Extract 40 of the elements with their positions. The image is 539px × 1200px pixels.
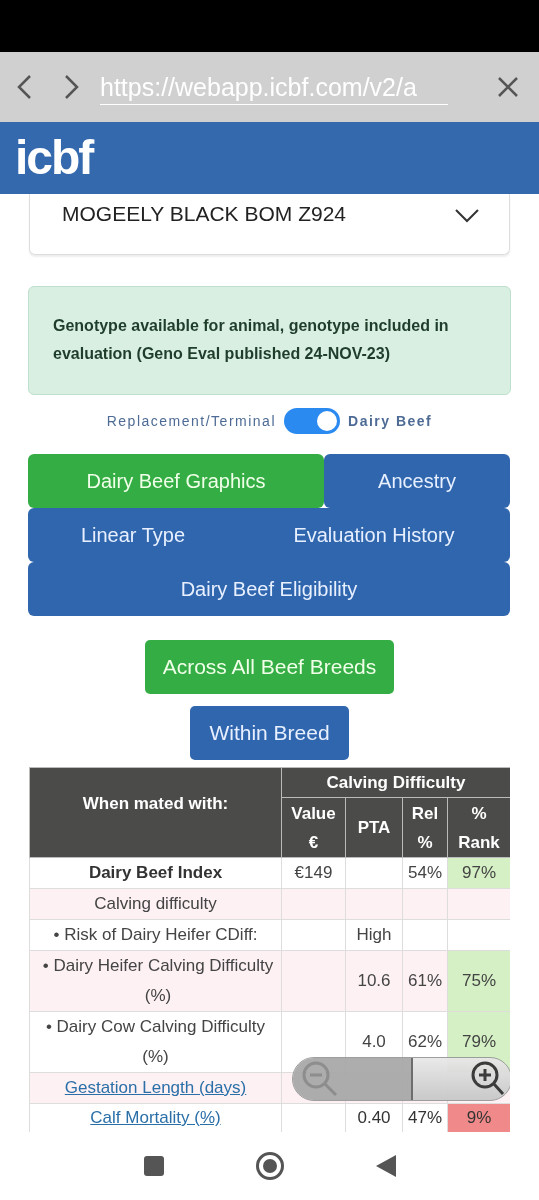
row-label: • Dairy Cow Calving Difficulty (%) xyxy=(29,1011,282,1073)
row-label: Dairy Beef Index xyxy=(29,857,282,889)
column-header: When mated with: xyxy=(29,767,282,858)
tab[interactable]: Linear Type xyxy=(28,508,238,562)
close-icon[interactable] xyxy=(497,76,519,98)
table-cell: 61% xyxy=(402,950,448,1012)
column-header: % Rank xyxy=(447,797,510,858)
table-cell: High xyxy=(345,919,403,951)
forward-icon[interactable] xyxy=(62,74,80,100)
toggle-switch[interactable] xyxy=(284,408,340,434)
breed-button[interactable]: Across All Beef Breeds xyxy=(144,640,395,694)
breed-button[interactable]: Within Breed xyxy=(190,706,349,760)
column-group-header: Calving Difficulty xyxy=(281,767,510,798)
table-cell: 54% xyxy=(402,857,448,889)
table-cell: 10.6 xyxy=(345,950,403,1012)
toggle-label: Dairy Beef xyxy=(348,413,433,429)
row-label: • Risk of Dairy Heifer CDiff: xyxy=(29,919,282,951)
row-label: Calving difficulty xyxy=(29,888,282,920)
row-label: • Dairy Heifer Calving Difficulty (%) xyxy=(29,950,282,1012)
genotype-notice: Genotype available for animal, genotype included in evaluation (Geno Eval published 24-NOV-23) xyxy=(28,286,511,395)
rank-cell: 97% xyxy=(447,857,510,889)
tab[interactable]: Dairy Beef Eligibility xyxy=(28,562,510,616)
zoom-control[interactable] xyxy=(292,1057,510,1101)
rank-cell: 75% xyxy=(447,950,510,1012)
rank-cell: 9% xyxy=(447,1103,510,1133)
chevron-down-icon xyxy=(455,209,479,223)
logo[interactable]: icbf xyxy=(15,132,93,184)
back-icon[interactable] xyxy=(16,74,34,100)
animal-select[interactable]: MOGEELY BLACK BOM Z924 xyxy=(29,194,510,255)
column-header: Rel % xyxy=(402,797,448,858)
toggle-label: Replacement/Terminal xyxy=(106,413,276,429)
back-icon[interactable] xyxy=(374,1154,397,1178)
tab[interactable]: Evaluation History xyxy=(238,508,510,562)
tab[interactable]: Ancestry xyxy=(324,454,510,508)
recents-icon[interactable] xyxy=(142,1155,165,1177)
column-header: PTA xyxy=(345,797,403,858)
table-cell: €149 xyxy=(281,857,346,889)
tab[interactable]: Dairy Beef Graphics xyxy=(28,454,324,508)
home-icon[interactable] xyxy=(254,1151,285,1181)
column-header: Value € xyxy=(281,797,346,858)
